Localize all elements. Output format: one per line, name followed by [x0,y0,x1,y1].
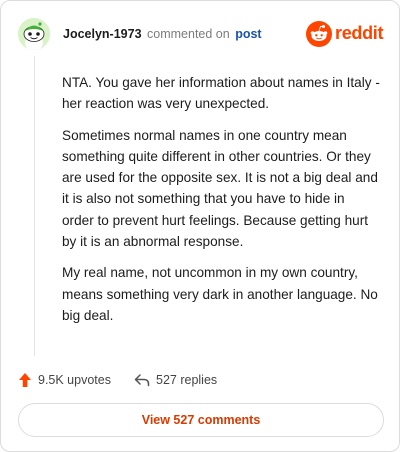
comment-paragraph: NTA. You gave her information about name… [62,75,380,112]
header-text: Jocelyn-1973 commented on post [63,27,262,41]
comment-body: NTA. You gave her information about name… [62,72,380,336]
commented-on-label: commented on [147,27,230,41]
reddit-logo-icon [306,21,332,47]
reply-button[interactable]: 527 replies [134,370,217,390]
upvote-button[interactable]: 9.5K upvotes [18,370,111,390]
comment-paragraph: Sometimes normal names in one country me… [62,127,378,250]
user-avatar-icon[interactable] [18,18,50,50]
upvote-arrow-icon [19,373,31,387]
comment-card: Jocelyn-1973 commented on post reddit NT… [0,0,400,452]
username-link[interactable]: Jocelyn-1973 [63,27,142,41]
upvote-count: 9.5K upvotes [38,373,111,387]
comment-paragraph: My real name, not uncommon in my own cou… [62,265,378,323]
view-comments-button[interactable]: View 527 comments [18,403,384,437]
thread-line [34,56,35,356]
comment-header: Jocelyn-1973 commented on post reddit [18,18,384,50]
comment-actions: 9.5K upvotes 527 replies [18,370,384,390]
reply-count: 527 replies [156,373,218,387]
reddit-logo[interactable]: reddit [306,20,384,48]
reply-arrow-icon [134,374,150,387]
reddit-wordmark: reddit [335,23,384,43]
post-link[interactable]: post [235,27,261,41]
